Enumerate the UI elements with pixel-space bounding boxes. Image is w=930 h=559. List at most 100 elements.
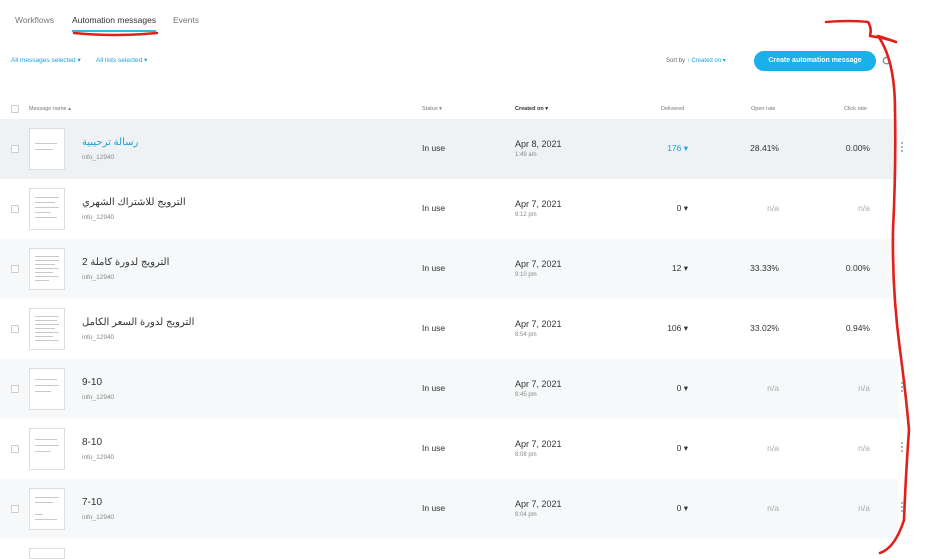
status-value: In use	[422, 323, 446, 333]
message-thumbnail[interactable]	[29, 308, 65, 350]
kebab-menu-icon[interactable]	[899, 501, 905, 515]
row-checkbox[interactable]	[11, 325, 19, 333]
message-thumbnail[interactable]	[29, 548, 65, 559]
message-name[interactable]: الترويج لدورة كاملة 2	[82, 257, 169, 268]
row-checkbox[interactable]	[11, 445, 19, 453]
row-checkbox[interactable]	[11, 385, 19, 393]
delivered-count[interactable]: 0 ▾	[600, 443, 688, 454]
table-row[interactable]: الترويج لدورة السعر الكامل info_12940 In…	[0, 299, 898, 359]
message-name[interactable]: 7-10	[82, 497, 102, 508]
message-thumbnail[interactable]	[29, 428, 65, 470]
status-value: In use	[422, 503, 446, 513]
table-row[interactable]: الترويج لدورة كاملة 2 info_12940 In use …	[0, 239, 898, 299]
table-row[interactable]: رسالة ترحيبية info_12940 In use Apr 8, 2…	[0, 119, 903, 179]
table-row[interactable]: 7-10 info_12940 In use Apr 7, 2021 8:04 …	[0, 479, 903, 539]
created-time: 8:04 pm	[515, 512, 537, 518]
click-rate: n/a	[858, 443, 870, 453]
created-date: Apr 7, 2021	[515, 199, 562, 209]
delivered-count[interactable]: 0 ▾	[600, 383, 688, 394]
message-name[interactable]: الترويج للاشتراك الشهري	[82, 197, 186, 208]
created-time: 1:49 am	[515, 152, 537, 158]
kebab-menu-icon[interactable]	[899, 441, 905, 455]
created-time: 8:54 pm	[515, 332, 537, 338]
select-all-checkbox[interactable]	[11, 105, 19, 113]
message-name[interactable]: الترويج لدورة السعر الكامل	[82, 317, 194, 328]
row-checkbox[interactable]	[11, 145, 19, 153]
message-owner: info_12940	[82, 214, 115, 221]
col-created-on[interactable]: Created on ▾	[515, 106, 548, 112]
col-click-rate[interactable]: Click rate	[844, 106, 867, 112]
message-owner: info_12940	[82, 514, 115, 521]
delivered-count[interactable]: 0 ▾	[600, 503, 688, 514]
created-date: Apr 7, 2021	[515, 379, 562, 389]
message-name[interactable]: رسالة ترحيبية	[82, 137, 138, 148]
tab-bar: Workflows Automation messages Events	[0, 0, 930, 40]
created-date: Apr 7, 2021	[515, 499, 562, 509]
status-value: In use	[422, 263, 446, 273]
col-status[interactable]: Status ▾	[422, 106, 442, 112]
created-time: 9:12 pm	[515, 212, 537, 218]
open-rate: n/a	[767, 503, 779, 513]
click-rate: 0.00%	[845, 263, 870, 273]
status-value: In use	[422, 443, 446, 453]
col-message-name[interactable]: Message name ▴	[29, 106, 71, 112]
status-value: In use	[422, 383, 446, 393]
click-rate: n/a	[858, 383, 870, 393]
active-tab-indicator	[72, 30, 156, 32]
table-row[interactable]: 8-10 info_12940 In use Apr 7, 2021 8:08 …	[0, 419, 903, 479]
lists-filter[interactable]: All lists selected ▾	[96, 56, 147, 64]
kebab-menu-icon[interactable]	[899, 141, 905, 155]
table-row[interactable]	[0, 539, 898, 559]
open-rate: 33.33%	[750, 263, 779, 273]
sort-control[interactable]: Sort by ↑ Created on ▾	[666, 57, 726, 64]
table-row[interactable]: الترويج للاشتراك الشهري info_12940 In us…	[0, 179, 898, 239]
delivered-count[interactable]: 12 ▾	[600, 263, 688, 274]
created-time: 8:45 pm	[515, 392, 537, 398]
search-icon[interactable]	[882, 56, 893, 67]
open-rate: n/a	[767, 203, 779, 213]
click-rate: n/a	[858, 203, 870, 213]
click-rate: 0.00%	[845, 143, 870, 153]
col-open-rate[interactable]: Open rate	[751, 106, 775, 112]
tab-events[interactable]: Events	[173, 15, 199, 25]
row-checkbox[interactable]	[11, 505, 19, 513]
delivered-count[interactable]: 0 ▾	[600, 203, 688, 214]
message-owner: info_12940	[82, 334, 115, 341]
open-rate: 33.02%	[750, 323, 779, 333]
open-rate: n/a	[767, 443, 779, 453]
message-thumbnail[interactable]	[29, 128, 65, 170]
sort-value[interactable]: ↑ Created on ▾	[687, 58, 726, 64]
kebab-menu-icon[interactable]	[899, 381, 905, 395]
created-date: Apr 7, 2021	[515, 439, 562, 449]
message-thumbnail[interactable]	[29, 488, 65, 530]
message-name[interactable]: 8-10	[82, 437, 102, 448]
created-date: Apr 7, 2021	[515, 259, 562, 269]
created-date: Apr 8, 2021	[515, 139, 562, 149]
click-rate: n/a	[858, 503, 870, 513]
col-delivered[interactable]: Delivered	[661, 106, 684, 112]
message-thumbnail[interactable]	[29, 188, 65, 230]
table-header: Message name ▴ Status ▾ Created on ▾ Del…	[0, 100, 930, 118]
messages-filter[interactable]: All messages selected ▾	[11, 56, 81, 64]
delivered-count[interactable]: 176 ▾	[600, 143, 688, 154]
tab-automation-messages[interactable]: Automation messages	[72, 15, 156, 25]
table-row[interactable]: 9-10 info_12940 In use Apr 7, 2021 8:45 …	[0, 359, 903, 419]
row-checkbox[interactable]	[11, 205, 19, 213]
message-thumbnail[interactable]	[29, 368, 65, 410]
status-value: In use	[422, 203, 446, 213]
message-owner: info_12940	[82, 154, 115, 161]
tab-workflows[interactable]: Workflows	[15, 15, 54, 25]
delivered-count[interactable]: 106 ▾	[600, 323, 688, 334]
created-date: Apr 7, 2021	[515, 319, 562, 329]
open-rate: n/a	[767, 383, 779, 393]
message-owner: info_12940	[82, 454, 115, 461]
message-name[interactable]: 9-10	[82, 377, 102, 388]
create-automation-message-button[interactable]: Create automation message	[754, 51, 876, 71]
created-time: 9:10 pm	[515, 272, 537, 278]
row-checkbox[interactable]	[11, 265, 19, 273]
message-thumbnail[interactable]	[29, 248, 65, 290]
message-owner: info_12940	[82, 394, 115, 401]
message-owner: info_12940	[82, 274, 115, 281]
status-value: In use	[422, 143, 446, 153]
click-rate: 0.94%	[845, 323, 870, 333]
